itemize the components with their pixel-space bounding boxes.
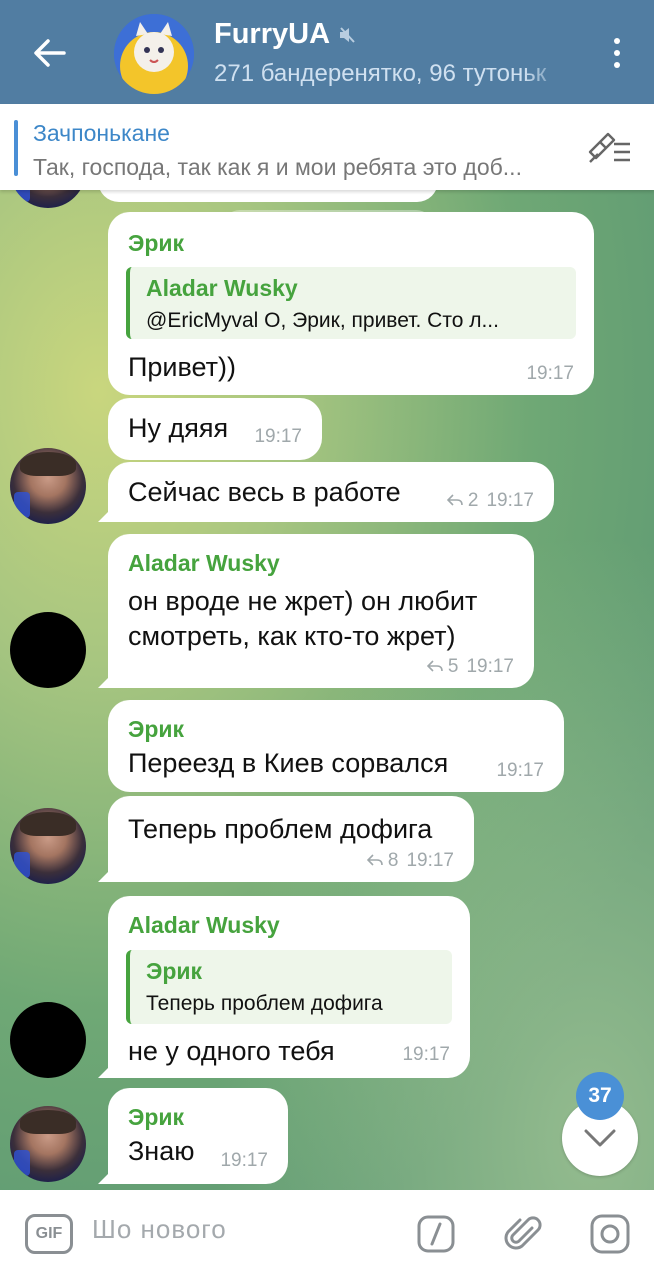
bubble-tail — [98, 502, 118, 522]
message-time: 19:17 — [496, 760, 544, 782]
reply-sender: Aladar Wusky — [146, 275, 298, 301]
message-bubble[interactable]: Эрик Переезд в Киев сорвался 19:17 — [108, 700, 564, 792]
message-text: Знаю — [128, 1136, 195, 1166]
chat-header: FurryUA 271 бандеренятко, 96 тутоньк — [0, 0, 654, 104]
pinned-message-bar[interactable]: Зачпонькане Так, господа, так как я и мо… — [0, 104, 654, 190]
reply-icon — [446, 494, 463, 506]
time-label: 19:17 — [254, 426, 302, 447]
time-label: 19:17 — [406, 850, 454, 871]
message-text: Переезд в Киев сорвался — [128, 748, 449, 778]
commands-icon[interactable] — [414, 1212, 458, 1256]
unread-count-badge: 37 — [576, 1072, 624, 1120]
time-label: 19:17 — [220, 1150, 268, 1171]
avatar[interactable] — [10, 808, 86, 884]
message-meta: 2 19:17 — [446, 490, 534, 512]
message-time: 19:17 — [526, 363, 574, 385]
chat-title[interactable]: FurryUA — [214, 18, 356, 51]
sender-name[interactable]: Эрик — [128, 716, 184, 743]
message-bubble-partial[interactable] — [98, 190, 438, 202]
sender-name[interactable]: Эрик — [128, 1104, 184, 1131]
bubble-tail — [98, 862, 118, 882]
reply-text: @EricMyval О, Эрик, привет. Сто л... — [146, 309, 499, 332]
reply-count[interactable]: 2 — [446, 490, 479, 512]
pinned-text: Так, господа, так как я и мои ребята это… — [33, 154, 522, 180]
reply-quote[interactable]: Эрик Теперь проблем дофига — [126, 950, 452, 1024]
group-avatar[interactable] — [114, 14, 194, 94]
message-bubble[interactable]: Aladar Wusky он вроде не жрет) он любит … — [98, 534, 534, 688]
reply-count[interactable]: 5 — [426, 656, 459, 678]
avatar[interactable] — [10, 612, 86, 688]
bubble-tail — [98, 668, 118, 688]
message-text: Теперь проблем дофига — [128, 814, 433, 844]
bubble-tail — [98, 1164, 118, 1184]
chat-title-text: FurryUA — [214, 18, 331, 50]
time-label: 19:17 — [486, 490, 534, 511]
camera-icon[interactable] — [588, 1212, 632, 1256]
message-input-bar: GIF Шо нового — [0, 1190, 654, 1280]
sender-name[interactable]: Эрик — [128, 230, 184, 257]
reply-count-label: 5 — [447, 656, 459, 677]
pinned-title: Зачпонькане — [33, 120, 170, 146]
message-text: Ну дяяя — [128, 413, 229, 443]
reply-count-label: 8 — [387, 850, 399, 871]
message-time: 19:17 — [254, 426, 302, 448]
reply-text: Теперь проблем дофига — [146, 992, 383, 1015]
avatar[interactable] — [10, 1106, 86, 1182]
avatar[interactable] — [10, 448, 86, 524]
reply-sender: Эрик — [146, 958, 203, 984]
message-bubble[interactable]: Ну дяяя 19:17 — [108, 398, 322, 460]
message-bubble[interactable]: Теперь проблем дофига 8 19:17 — [98, 796, 474, 882]
message-text-line2: смотреть, как кто-то жрет) — [128, 621, 456, 651]
message-bubble[interactable]: Сейчас весь в работе 2 19:17 — [98, 462, 554, 522]
avatar[interactable] — [10, 1002, 86, 1078]
reply-count-label: 2 — [467, 490, 479, 511]
member-count: 271 бандеренятко, 96 тутоньк — [214, 60, 547, 87]
date-separator: 11 травня 2022 — [222, 210, 434, 246]
chevron-down-icon — [584, 1129, 616, 1147]
time-label: 19:17 — [526, 363, 574, 384]
pinned-list-icon[interactable] — [586, 130, 632, 171]
reply-icon — [366, 854, 383, 866]
message-text: Сейчас весь в работе — [128, 477, 401, 507]
message-list[interactable]: 11 травня 2022 Эрик Aladar Wusky @EricMy… — [0, 190, 654, 1190]
back-arrow-icon[interactable] — [24, 28, 74, 78]
sender-name[interactable]: Aladar Wusky — [128, 912, 280, 939]
muted-icon — [340, 26, 355, 43]
pinned-indicator — [14, 120, 18, 176]
sender-name[interactable]: Aladar Wusky — [128, 550, 280, 577]
time-label: 19:17 — [496, 760, 544, 781]
message-time: 19:17 — [220, 1150, 268, 1172]
message-meta: 5 19:17 — [426, 656, 514, 678]
time-label: 19:17 — [402, 1044, 450, 1065]
reply-quote[interactable]: Aladar Wusky @EricMyval О, Эрик, привет.… — [126, 267, 576, 339]
message-meta: 8 19:17 — [366, 850, 454, 872]
reply-icon — [426, 660, 443, 672]
avatar[interactable] — [10, 190, 86, 208]
message-input[interactable]: Шо нового — [92, 1214, 227, 1245]
message-time: 19:17 — [402, 1044, 450, 1066]
message-text: Привет)) — [128, 352, 237, 382]
reply-count[interactable]: 8 — [366, 850, 399, 872]
attach-icon[interactable] — [502, 1212, 546, 1256]
message-text-line1: он вроде не жрет) он любит — [128, 586, 478, 616]
gif-button[interactable]: GIF — [25, 1214, 73, 1254]
time-label: 19:17 — [466, 656, 514, 677]
message-bubble[interactable]: Эрик Знаю 19:17 — [98, 1088, 288, 1184]
message-bubble[interactable]: Aladar Wusky Эрик Теперь проблем дофига … — [98, 896, 470, 1078]
more-menu-icon[interactable] — [602, 30, 632, 76]
bubble-tail — [98, 1058, 118, 1078]
message-text: не у одного тебя — [128, 1036, 335, 1066]
